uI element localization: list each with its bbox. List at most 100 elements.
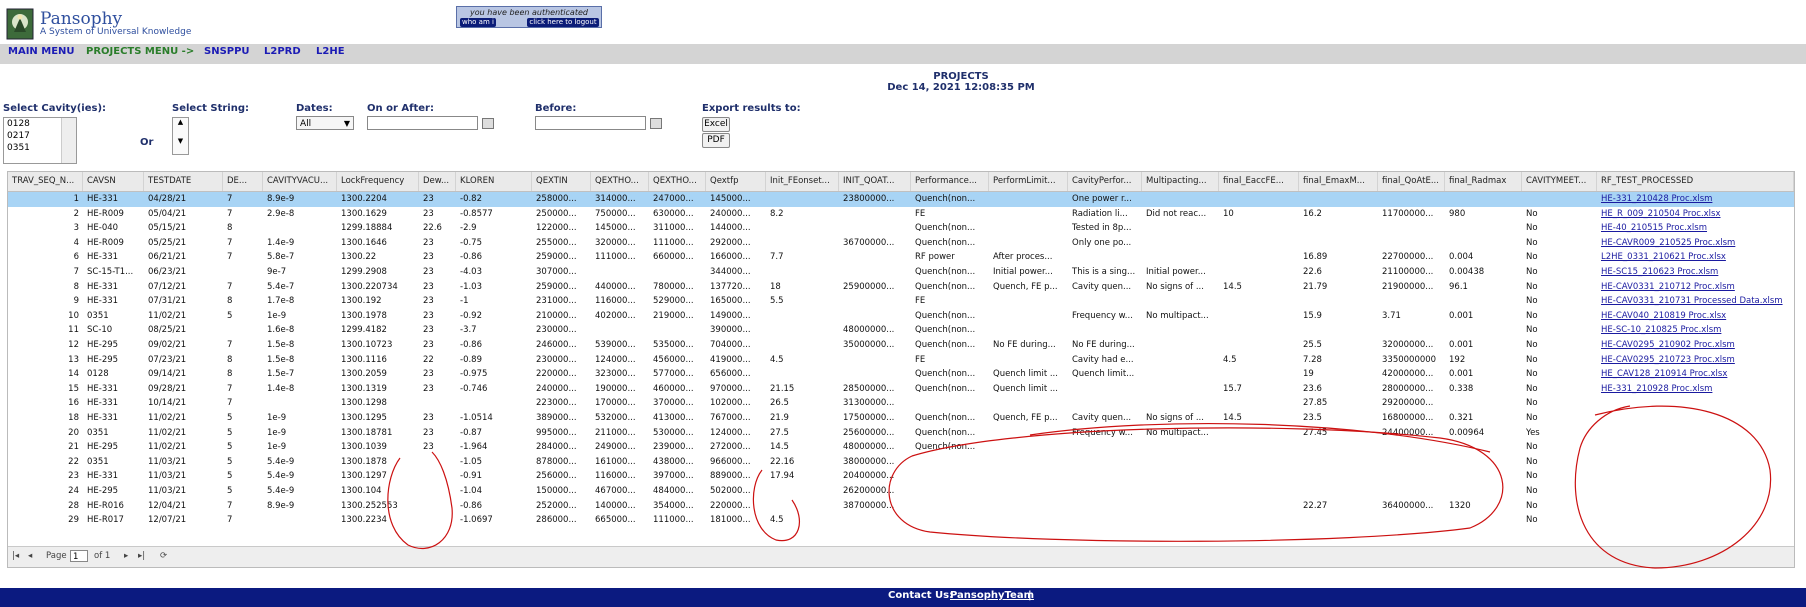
processed-file-link[interactable]: HE-40_210515 Proc.xlsm: [1597, 221, 1794, 236]
menu-snsppu[interactable]: SNSPPU: [204, 46, 250, 57]
table-row[interactable]: 23 HE-331 11/03/21 5 5.4e-9 1300.1297 -0.91 256…: [8, 469, 1794, 484]
who-am-i-button[interactable]: who am i: [460, 18, 496, 27]
table-row[interactable]: 12 HE-295 09/02/21 7 1.5e-8 1300.10723 23 -0.86…: [8, 338, 1794, 353]
menu-projects[interactable]: PROJECTS MENU ->: [86, 46, 194, 57]
column-header[interactable]: final_Radmax: [1445, 172, 1522, 191]
string-listbox[interactable]: ▲ ▼: [172, 117, 189, 155]
column-header[interactable]: QEXTHO...: [591, 172, 649, 191]
dates-select[interactable]: All ▼: [296, 116, 354, 130]
processed-file-link[interactable]: [1597, 411, 1794, 426]
table-row[interactable]: 11 SC-10 08/25/21 1.6e-8 1299.4182 23 -3.7 2300…: [8, 323, 1794, 338]
first-page-icon[interactable]: |◂: [12, 551, 19, 561]
logout-button[interactable]: click here to logout: [527, 18, 599, 27]
table-row[interactable]: 9 HE-331 07/31/21 8 1.7e-8 1300.192 23 -1 231000…: [8, 294, 1794, 309]
calendar-icon[interactable]: [482, 118, 494, 129]
prev-page-icon[interactable]: ◂: [28, 551, 32, 561]
table-row[interactable]: 3 HE-040 05/15/21 8 1299.18884 22.6 -2.9 122000…: [8, 221, 1794, 236]
processed-file-link[interactable]: HE-331_210928 Proc.xlsm: [1597, 382, 1794, 397]
column-header[interactable]: Qextfp: [706, 172, 766, 191]
column-header[interactable]: Multipacting...: [1142, 172, 1219, 191]
table-row[interactable]: 7 SC-15-T1... 06/23/21 9e-7 1299.2908 23 -4.03…: [8, 265, 1794, 280]
table-row[interactable]: 22 0351 11/03/21 5 5.4e-9 1300.1878 -1.05 87800…: [8, 455, 1794, 470]
column-header[interactable]: DE...: [223, 172, 263, 191]
table-row[interactable]: 4 HE-R009 05/25/21 7 1.4e-9 1300.1646 23 -0.75 2…: [8, 236, 1794, 251]
table-row[interactable]: 8 HE-331 07/12/21 7 5.4e-7 1300.220734 23 -1.03…: [8, 280, 1794, 295]
processed-file-link[interactable]: HE-CAV0295_210723 Proc.xlsm: [1597, 353, 1794, 368]
listbox-scrollbar[interactable]: [61, 118, 76, 163]
processed-file-link[interactable]: HE-CAV0295_210902 Proc.xlsm: [1597, 338, 1794, 353]
column-header[interactable]: TRAV_SEQ_N...: [8, 172, 83, 191]
table-row[interactable]: 20 0351 11/02/21 5 1e-9 1300.18781 23 -0.87 9950…: [8, 426, 1794, 441]
processed-file-link[interactable]: HE_R_009_210504 Proc.xlsx: [1597, 207, 1794, 222]
menu-main[interactable]: MAIN MENU: [8, 46, 75, 57]
processed-file-link[interactable]: HE-CAV0331_210731 Processed Data.xlsm: [1597, 294, 1794, 309]
column-header[interactable]: final_EmaxM...: [1299, 172, 1378, 191]
table-row[interactable]: 16 HE-331 10/14/21 7 1300.1298 223000... 17000…: [8, 396, 1794, 411]
table-row[interactable]: 24 HE-295 11/03/21 5 5.4e-9 1300.104 -1.04 1500…: [8, 484, 1794, 499]
table-row[interactable]: 2 HE-R009 05/04/21 7 2.9e-8 1300.1629 23 -0.857…: [8, 207, 1794, 222]
table-row[interactable]: 14 0128 09/14/21 8 1.5e-7 1300.2059 23 -0.975 22…: [8, 367, 1794, 382]
table-row[interactable]: 18 HE-331 11/02/21 5 1e-9 1300.1295 23 -1.0514 3…: [8, 411, 1794, 426]
processed-file-link[interactable]: [1597, 484, 1794, 499]
column-header[interactable]: QEXTIN: [532, 172, 591, 191]
processed-file-link[interactable]: [1597, 499, 1794, 514]
table-cell: 0.00438: [1449, 267, 1485, 277]
processed-file-link[interactable]: HE_CAV128_210914 Proc.xlsx: [1597, 367, 1794, 382]
menu-l2prd[interactable]: L2PRD: [264, 46, 301, 57]
column-header[interactable]: QEXTHO...: [649, 172, 706, 191]
table-row[interactable]: 29 HE-R017 12/07/21 7 1300.2234 -1.0697 286000…: [8, 513, 1794, 528]
cavity-listbox[interactable]: 0128 0217 0351: [3, 117, 77, 164]
table-cell: [1068, 455, 1142, 470]
page-number-input[interactable]: 1: [70, 550, 88, 562]
pdf-button[interactable]: PDF: [702, 133, 730, 148]
column-header[interactable]: Dew...: [419, 172, 456, 191]
table-row[interactable]: 28 HE-R016 12/04/21 7 8.9e-9 1300.252553 -0.86…: [8, 499, 1794, 514]
processed-file-link[interactable]: [1597, 455, 1794, 470]
processed-file-link[interactable]: [1597, 426, 1794, 441]
processed-file-link[interactable]: L2HE_0331_210621 Proc.xlsx: [1597, 250, 1794, 265]
processed-file-link[interactable]: HE-SC-10_210825 Proc.xlsm: [1597, 323, 1794, 338]
column-header[interactable]: Init_FEonset...: [766, 172, 839, 191]
contact-link[interactable]: PansophyTeam: [950, 590, 1034, 601]
processed-file-link[interactable]: HE-CAV0331_210712 Proc.xlsm: [1597, 280, 1794, 295]
excel-button[interactable]: Excel: [702, 117, 730, 132]
table-row[interactable]: 1 HE-331 04/28/21 7 8.9e-9 1300.2204 23 -0.82 25…: [8, 192, 1794, 207]
column-header[interactable]: CAVITYVACU...: [263, 172, 337, 191]
column-header[interactable]: CAVITYMEET...: [1522, 172, 1597, 191]
table-row[interactable]: 13 HE-295 07/23/21 8 1.5e-8 1300.1116 22 -0.89 2…: [8, 353, 1794, 368]
table-cell: -3.7: [460, 325, 477, 336]
calendar-icon[interactable]: [650, 118, 662, 129]
column-header[interactable]: Performance...: [911, 172, 989, 191]
table-row[interactable]: 10 0351 11/02/21 5 1e-9 1300.1978 23 -0.92 21000…: [8, 309, 1794, 324]
on-after-input[interactable]: [367, 116, 478, 130]
processed-file-link[interactable]: HE-331_210428 Proc.xlsm: [1597, 192, 1794, 207]
processed-file-link[interactable]: [1597, 469, 1794, 484]
before-input[interactable]: [535, 116, 646, 130]
processed-file-link[interactable]: HE-CAV040_210819 Proc.xlsx: [1597, 309, 1794, 324]
column-header[interactable]: LockFrequency: [337, 172, 419, 191]
column-header[interactable]: PerformLimit...: [989, 172, 1068, 191]
processed-file-link[interactable]: HE-SC15_210623 Proc.xlsm: [1597, 265, 1794, 280]
processed-file-link[interactable]: [1597, 440, 1794, 455]
processed-file-link[interactable]: [1597, 513, 1794, 528]
table-row[interactable]: 21 HE-295 11/02/21 5 1e-9 1300.1039 23 -1.964 28…: [8, 440, 1794, 455]
column-header[interactable]: CAVSN: [83, 172, 144, 191]
column-header[interactable]: final_EaccFE...: [1219, 172, 1299, 191]
table-row[interactable]: 6 HE-331 06/21/21 7 5.8e-7 1300.22 23 -0.86 2590…: [8, 250, 1794, 265]
column-header[interactable]: CavityPerfor...: [1068, 172, 1142, 191]
table-cell: [1445, 396, 1522, 411]
column-header[interactable]: RF_TEST_PROCESSED: [1597, 172, 1794, 191]
column-header[interactable]: KLOREN: [456, 172, 532, 191]
column-header[interactable]: INIT_QOAT...: [839, 172, 911, 191]
table-row[interactable]: 15 HE-331 09/28/21 7 1.4e-8 1300.1319 23 -0.746…: [8, 382, 1794, 397]
processed-file-link[interactable]: [1597, 396, 1794, 411]
column-header[interactable]: final_QoAtE...: [1378, 172, 1445, 191]
menu-l2he[interactable]: L2HE: [316, 46, 345, 57]
column-header[interactable]: TESTDATE: [144, 172, 223, 191]
table-cell: [1219, 309, 1299, 324]
last-page-icon[interactable]: ▸|: [138, 551, 145, 561]
next-page-icon[interactable]: ▸: [124, 551, 128, 561]
table-cell: 124000...: [595, 354, 636, 365]
refresh-icon[interactable]: ⟳: [160, 551, 167, 561]
processed-file-link[interactable]: HE-CAVR009_210525 Proc.xlsm: [1597, 236, 1794, 251]
